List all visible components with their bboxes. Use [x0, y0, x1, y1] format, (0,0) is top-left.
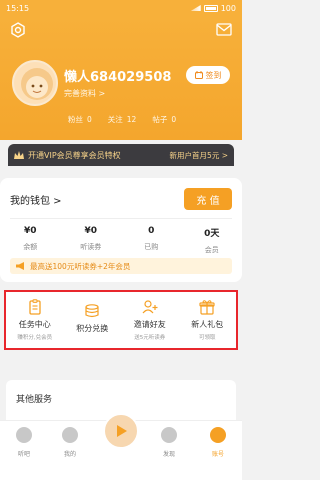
- stat-label: 关注: [107, 115, 123, 124]
- wallet-item-membership[interactable]: 0天 会员: [182, 222, 243, 255]
- task-center[interactable]: 任务中心 赚积分,兑会员: [6, 292, 64, 348]
- stat-label: 粉丝: [68, 115, 83, 124]
- stat-fans[interactable]: 粉丝 0: [64, 114, 92, 125]
- wallet-label: 已购: [144, 243, 159, 251]
- task-sublabel: 可领取: [198, 335, 216, 341]
- avatar[interactable]: [12, 60, 58, 106]
- wallet-item-balance[interactable]: ¥0 余额: [0, 222, 61, 255]
- play-button[interactable]: [103, 413, 139, 449]
- points-exchange[interactable]: 积分兑换: [64, 292, 122, 348]
- signal-icon: [190, 5, 201, 11]
- newbie-gift[interactable]: 新人礼包 可领取: [179, 292, 237, 348]
- task-label: 新人礼包: [191, 320, 224, 329]
- task-sublabel: 送5元听读券: [134, 335, 166, 341]
- wallet-item-purchased[interactable]: 0 已购: [121, 222, 182, 255]
- user-stats: 粉丝 0 关注 12 帖子 0: [64, 114, 176, 125]
- checkin-label: 签到: [205, 70, 222, 80]
- nav-listen[interactable]: 听吧: [0, 427, 48, 458]
- task-label: 任务中心: [18, 320, 51, 329]
- wallet-value: ¥0: [84, 226, 98, 236]
- stat-value: 12: [126, 115, 137, 124]
- other-services-title: 其他服务: [16, 395, 53, 405]
- username: 懒人684029508: [64, 70, 172, 85]
- task-label: 积分兑换: [76, 324, 109, 333]
- wallet-promo-text: 最高送100元听读券+2年会员: [30, 261, 131, 271]
- stat-posts[interactable]: 帖子 0: [148, 114, 176, 125]
- wallet-value: 0: [148, 226, 155, 236]
- headphones-icon: [62, 427, 78, 443]
- wallet-value: ¥0: [23, 226, 37, 236]
- gift-icon: [199, 300, 215, 315]
- stat-following[interactable]: 关注 12: [104, 114, 137, 125]
- complete-profile-link[interactable]: 完善资料 >: [64, 88, 105, 99]
- nav-discover[interactable]: 发现: [145, 427, 193, 458]
- vip-banner[interactable]: 开通VIP会员尊享会员特权 新用户首月5元 >: [8, 144, 234, 166]
- stat-value: 0: [171, 115, 177, 124]
- nav-label: 听吧: [17, 451, 30, 458]
- settings-icon[interactable]: [10, 22, 26, 38]
- nav-label: 发现: [162, 451, 175, 458]
- wallet-title[interactable]: 我的钱包 >: [10, 192, 62, 207]
- wallet-label: 听读券: [80, 243, 102, 251]
- wallet-value: 0天: [204, 229, 220, 239]
- bottom-nav: 听吧 我的 发现 账号: [0, 413, 242, 480]
- wallet-item-coupon[interactable]: ¥0 听读券: [61, 222, 122, 255]
- profile-header: 懒人684029508 完善资料 > 签到 粉丝 0 关注 12 帖子 0: [0, 16, 242, 140]
- wallet-label: 余额: [23, 243, 38, 251]
- task-sublabel: 赚积分,兑会员: [17, 335, 53, 341]
- avatar-icon: [21, 68, 53, 100]
- clipboard-icon: [29, 299, 41, 315]
- coin-exchange-icon: [85, 304, 99, 318]
- nav-label: 我的: [63, 451, 76, 458]
- nav-account[interactable]: 账号: [194, 427, 242, 458]
- task-label: 邀请好友: [133, 320, 166, 329]
- crown-icon: [14, 151, 24, 159]
- vip-promo[interactable]: 新用户首月5元 >: [170, 150, 228, 161]
- megaphone-icon: [16, 262, 24, 270]
- status-time: 15:15: [6, 3, 30, 13]
- task-shortcuts: 任务中心 赚积分,兑会员 积分兑换 邀请好友 送5元听读券 新人礼包 可领取: [4, 290, 238, 350]
- vip-text: 开通VIP会员尊享会员特权: [28, 150, 121, 160]
- wallet-card: 我的钱包 > 充 值 ¥0 余额 ¥0 听读券 0 已购 0天 会员 最高送10…: [0, 178, 242, 282]
- wallet-items: ¥0 余额 ¥0 听读券 0 已购 0天 会员: [0, 222, 242, 255]
- invite-icon: [142, 300, 158, 314]
- listen-icon: [16, 427, 32, 443]
- mail-icon[interactable]: [216, 23, 232, 36]
- invite-friends[interactable]: 邀请好友 送5元听读券: [121, 292, 179, 348]
- account-icon: [210, 427, 226, 443]
- battery-level: 100: [220, 3, 236, 13]
- recharge-button[interactable]: 充 值: [184, 188, 232, 210]
- stat-label: 帖子: [152, 115, 168, 124]
- play-icon: [117, 425, 127, 437]
- nav-label: 账号: [211, 451, 224, 458]
- wallet-promo-banner[interactable]: 最高送100元听读券+2年会员: [10, 258, 232, 274]
- nav-mine[interactable]: 我的: [46, 427, 94, 458]
- status-bar: 15:15 100: [0, 0, 242, 16]
- compass-icon: [161, 427, 177, 443]
- calendar-icon: [194, 71, 203, 79]
- battery-icon: [203, 4, 218, 12]
- divider: [10, 218, 232, 219]
- checkin-button[interactable]: 签到: [186, 66, 230, 84]
- stat-value: 0: [87, 115, 92, 124]
- wallet-label: 会员: [204, 246, 219, 254]
